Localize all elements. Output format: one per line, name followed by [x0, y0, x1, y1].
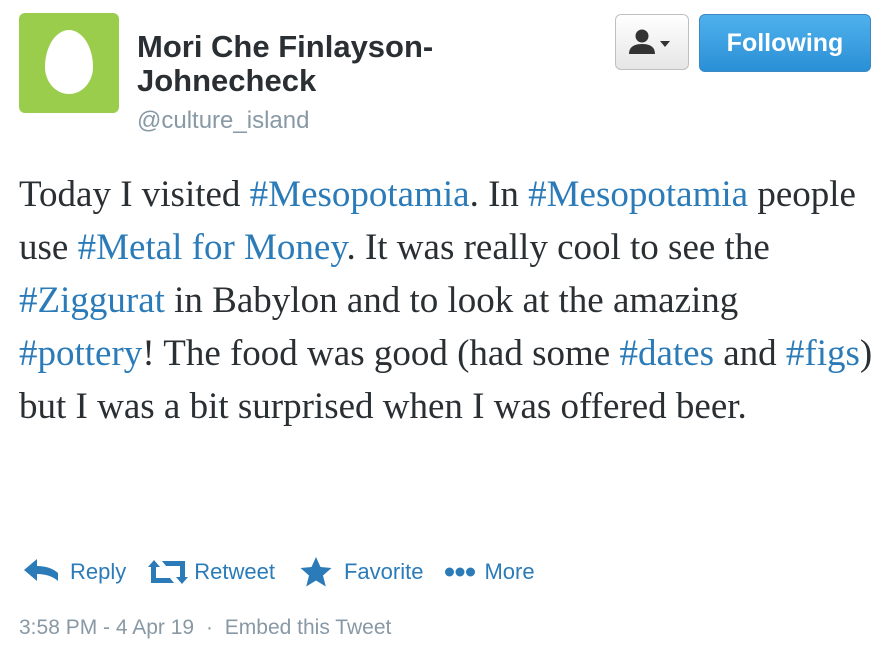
hashtag-link[interactable]: #figs [786, 333, 860, 374]
retweet-button[interactable]: Retweet [148, 558, 275, 586]
more-label: More [484, 559, 535, 584]
hashtag-link[interactable]: #Ziggurat [19, 280, 165, 321]
more-button[interactable]: More [445, 559, 535, 585]
author-name[interactable]: Mori Che Finlayson-Johnecheck [137, 30, 517, 98]
user-actions-dropdown[interactable] [615, 14, 689, 70]
tweet-text-segment: . It was really cool to see the [346, 227, 770, 268]
ellipsis-icon [445, 567, 476, 577]
hashtag-link[interactable]: #pottery [19, 333, 142, 374]
favorite-label: Favorite [343, 559, 424, 584]
author-handle[interactable]: @culture_island [137, 106, 309, 136]
tweet-text-segment: in Babylon and to look at the amazing [164, 280, 739, 321]
timestamp[interactable]: 3:58 PM - 4 Apr 19 [19, 616, 194, 639]
retweet-label: Retweet [194, 559, 275, 584]
star-icon [300, 557, 332, 587]
avatar[interactable] [19, 13, 119, 113]
meta-separator: · [205, 616, 213, 639]
retweet-icon [148, 560, 189, 584]
egg-avatar-icon [45, 30, 93, 94]
reply-button[interactable]: Reply [22, 557, 126, 587]
embed-tweet-link[interactable]: Embed this Tweet [225, 616, 392, 639]
reply-label: Reply [70, 559, 127, 584]
tweet-text-segment: and [713, 333, 786, 374]
reply-arrow-icon [24, 559, 58, 581]
tweet-actions: Reply Retweet Favorite More [22, 556, 535, 588]
tweet-text-segment: . In [469, 174, 529, 215]
user-icon [629, 29, 670, 54]
tweet-text: Today I visited #Mesopotamia. In #Mesopo… [19, 168, 879, 433]
hashtag-link[interactable]: #Mesopotamia [250, 174, 470, 215]
tweet-card: Mori Che Finlayson-Johnecheck @culture_i… [0, 0, 889, 650]
tweet-text-segment: ! The food was good (had some [142, 333, 620, 374]
tweet-text-segment: Today I visited [19, 174, 250, 215]
hashtag-link[interactable]: #Mesopotamia [528, 174, 748, 215]
caret-down-icon [660, 41, 670, 47]
tweet-meta: 3:58 PM - 4 Apr 19 · Embed this Tweet [19, 616, 391, 640]
following-button[interactable]: Following [699, 14, 871, 72]
hashtag-link[interactable]: #Metal for Money [78, 227, 347, 268]
hashtag-link[interactable]: #dates [619, 333, 714, 374]
favorite-button[interactable]: Favorite [299, 556, 423, 588]
